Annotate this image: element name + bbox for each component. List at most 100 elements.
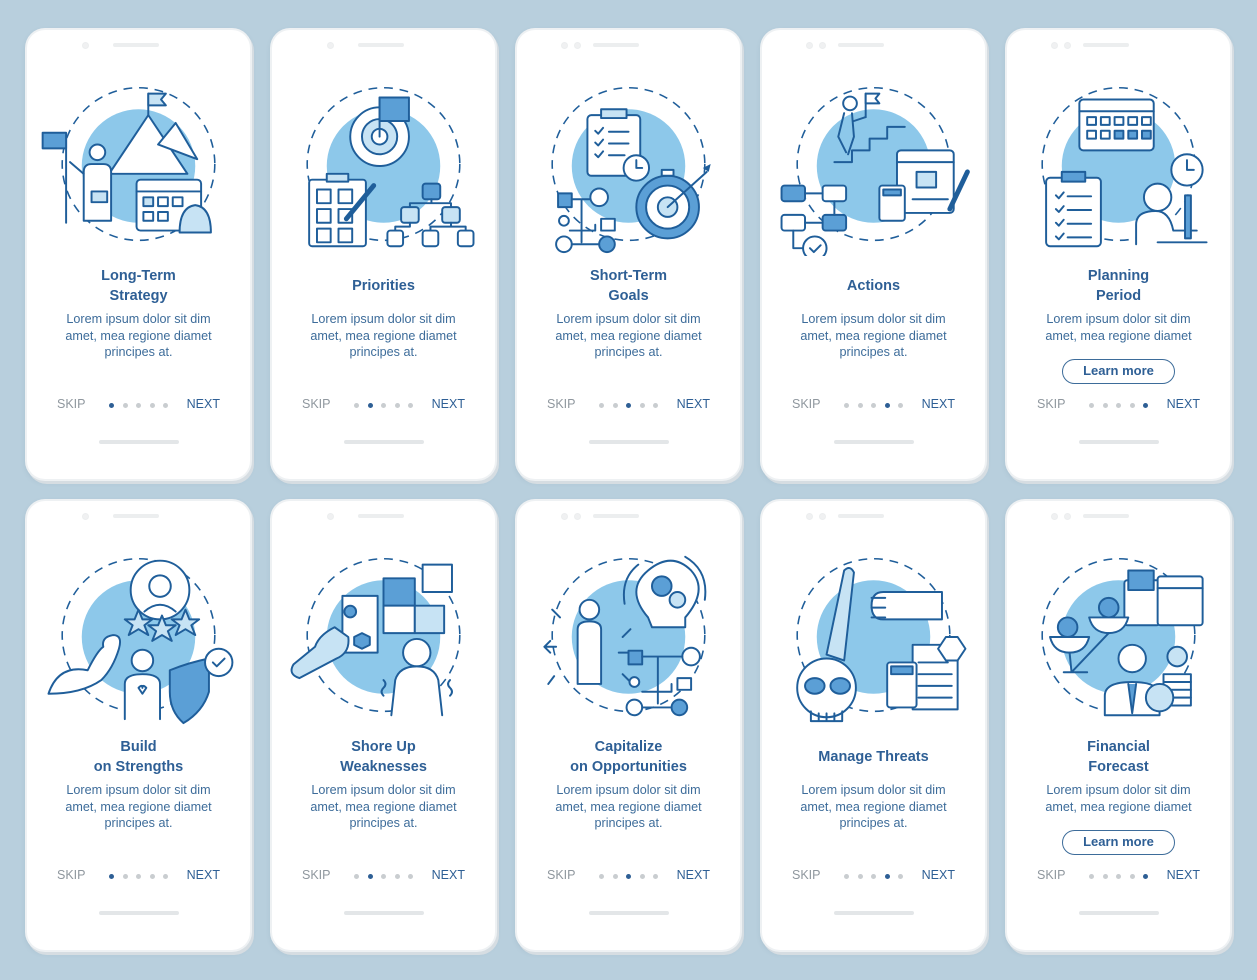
page-dot-3[interactable] <box>626 403 631 408</box>
page-dot-1[interactable] <box>109 403 114 408</box>
page-dot-1[interactable] <box>599 874 604 879</box>
page-dot-4[interactable] <box>394 874 400 879</box>
page-dot-3[interactable] <box>381 403 386 408</box>
skip-button[interactable]: SKIP <box>792 397 821 411</box>
page-dot-2[interactable] <box>122 403 128 408</box>
skip-button[interactable]: SKIP <box>547 868 576 882</box>
next-button[interactable]: NEXT <box>187 868 220 882</box>
next-button[interactable]: NEXT <box>432 397 465 411</box>
page-dot-4[interactable] <box>149 403 155 408</box>
page-dot-4[interactable] <box>884 403 890 408</box>
speaker-grille <box>358 43 404 47</box>
page-dot-4[interactable] <box>149 874 155 879</box>
page-dot-3[interactable] <box>626 874 631 879</box>
page-dot-2[interactable] <box>612 874 618 879</box>
next-button[interactable]: NEXT <box>432 868 465 882</box>
page-dot-1[interactable] <box>109 874 114 879</box>
page-dot-5[interactable] <box>653 403 658 408</box>
onboarding-nav: SKIP NEXT <box>762 868 985 884</box>
page-dot-3[interactable] <box>136 403 141 408</box>
next-button[interactable]: NEXT <box>922 868 955 882</box>
page-dot-3[interactable] <box>1116 874 1121 879</box>
page-dot-2[interactable] <box>1102 874 1108 879</box>
page-dot-1[interactable] <box>354 874 359 879</box>
person-lightbulb-gears-icon <box>529 547 728 727</box>
skip-button[interactable]: SKIP <box>547 397 576 411</box>
page-dot-1[interactable] <box>599 403 604 408</box>
title-line-2: Goals <box>608 288 649 304</box>
home-indicator[interactable] <box>99 911 179 915</box>
page-dot-2[interactable] <box>857 403 863 408</box>
description-line-1: Lorem ipsum dolor sit dim <box>66 783 211 797</box>
page-dot-5[interactable] <box>898 403 903 408</box>
page-dot-1[interactable] <box>354 403 359 408</box>
page-dot-3[interactable] <box>871 874 876 879</box>
page-dot-5[interactable] <box>653 874 658 879</box>
sensor-icon <box>819 513 826 520</box>
home-indicator[interactable] <box>834 911 914 915</box>
screen-description: Lorem ipsum dolor sit dim amet, mea regi… <box>776 311 971 361</box>
camera-icon <box>561 42 568 49</box>
next-button[interactable]: NEXT <box>1167 397 1200 411</box>
onboarding-screen: Planning Period Lorem ipsum dolor sit di… <box>1007 30 1230 479</box>
onboarding-screen: Long-Term Strategy Lorem ipsum dolor sit… <box>27 30 250 479</box>
page-dot-5[interactable] <box>898 874 903 879</box>
next-button[interactable]: NEXT <box>1167 868 1200 882</box>
camera-icon <box>327 513 334 520</box>
page-dot-1[interactable] <box>1089 874 1094 879</box>
page-dot-5[interactable] <box>1143 874 1148 879</box>
page-dot-2[interactable] <box>367 874 373 879</box>
page-dot-4[interactable] <box>1129 403 1135 408</box>
page-dot-3[interactable] <box>871 403 876 408</box>
home-indicator[interactable] <box>99 440 179 444</box>
learn-more-button[interactable]: Learn more <box>1062 359 1175 384</box>
page-dot-5[interactable] <box>408 403 413 408</box>
next-button[interactable]: NEXT <box>922 397 955 411</box>
page-dot-2[interactable] <box>612 403 618 408</box>
page-dot-4[interactable] <box>394 403 400 408</box>
page-dot-2[interactable] <box>1102 403 1108 408</box>
next-button[interactable]: NEXT <box>677 868 710 882</box>
page-dot-1[interactable] <box>844 874 849 879</box>
page-dot-3[interactable] <box>1116 403 1121 408</box>
skip-button[interactable]: SKIP <box>302 868 331 882</box>
description-line-3: principes at. <box>839 816 908 830</box>
page-dot-1[interactable] <box>1089 403 1094 408</box>
page-dot-3[interactable] <box>381 874 386 879</box>
page-dot-4[interactable] <box>639 874 645 879</box>
home-indicator[interactable] <box>344 440 424 444</box>
page-dot-2[interactable] <box>857 874 863 879</box>
page-dot-5[interactable] <box>163 403 168 408</box>
page-dot-5[interactable] <box>1143 403 1148 408</box>
next-button[interactable]: NEXT <box>677 397 710 411</box>
speaker-grille <box>1083 43 1129 47</box>
home-indicator[interactable] <box>834 440 914 444</box>
learn-more-button[interactable]: Learn more <box>1062 830 1175 855</box>
sensor-icon <box>1064 42 1071 49</box>
description-line-2: amet, mea regione diamet <box>555 799 702 814</box>
page-dot-3[interactable] <box>136 874 141 879</box>
skip-button[interactable]: SKIP <box>1037 868 1066 882</box>
page-dot-4[interactable] <box>884 874 890 879</box>
home-indicator[interactable] <box>589 440 669 444</box>
page-dot-1[interactable] <box>844 403 849 408</box>
screen-title: Short-Term Goals <box>525 266 732 306</box>
skip-button[interactable]: SKIP <box>302 397 331 411</box>
page-dot-5[interactable] <box>408 874 413 879</box>
skip-button[interactable]: SKIP <box>792 868 821 882</box>
skip-button[interactable]: SKIP <box>1037 397 1066 411</box>
home-indicator[interactable] <box>1079 911 1159 915</box>
skip-button[interactable]: SKIP <box>57 868 86 882</box>
next-button[interactable]: NEXT <box>187 397 220 411</box>
page-dot-2[interactable] <box>122 874 128 879</box>
home-indicator[interactable] <box>1079 440 1159 444</box>
screen-description: Lorem ipsum dolor sit dim amet, mea regi… <box>1021 311 1216 344</box>
home-indicator[interactable] <box>589 911 669 915</box>
home-indicator[interactable] <box>344 911 424 915</box>
page-dot-2[interactable] <box>367 403 373 408</box>
camera-icon <box>1051 42 1058 49</box>
page-dot-5[interactable] <box>163 874 168 879</box>
page-dot-4[interactable] <box>1129 874 1135 879</box>
page-dot-4[interactable] <box>639 403 645 408</box>
skip-button[interactable]: SKIP <box>57 397 86 411</box>
